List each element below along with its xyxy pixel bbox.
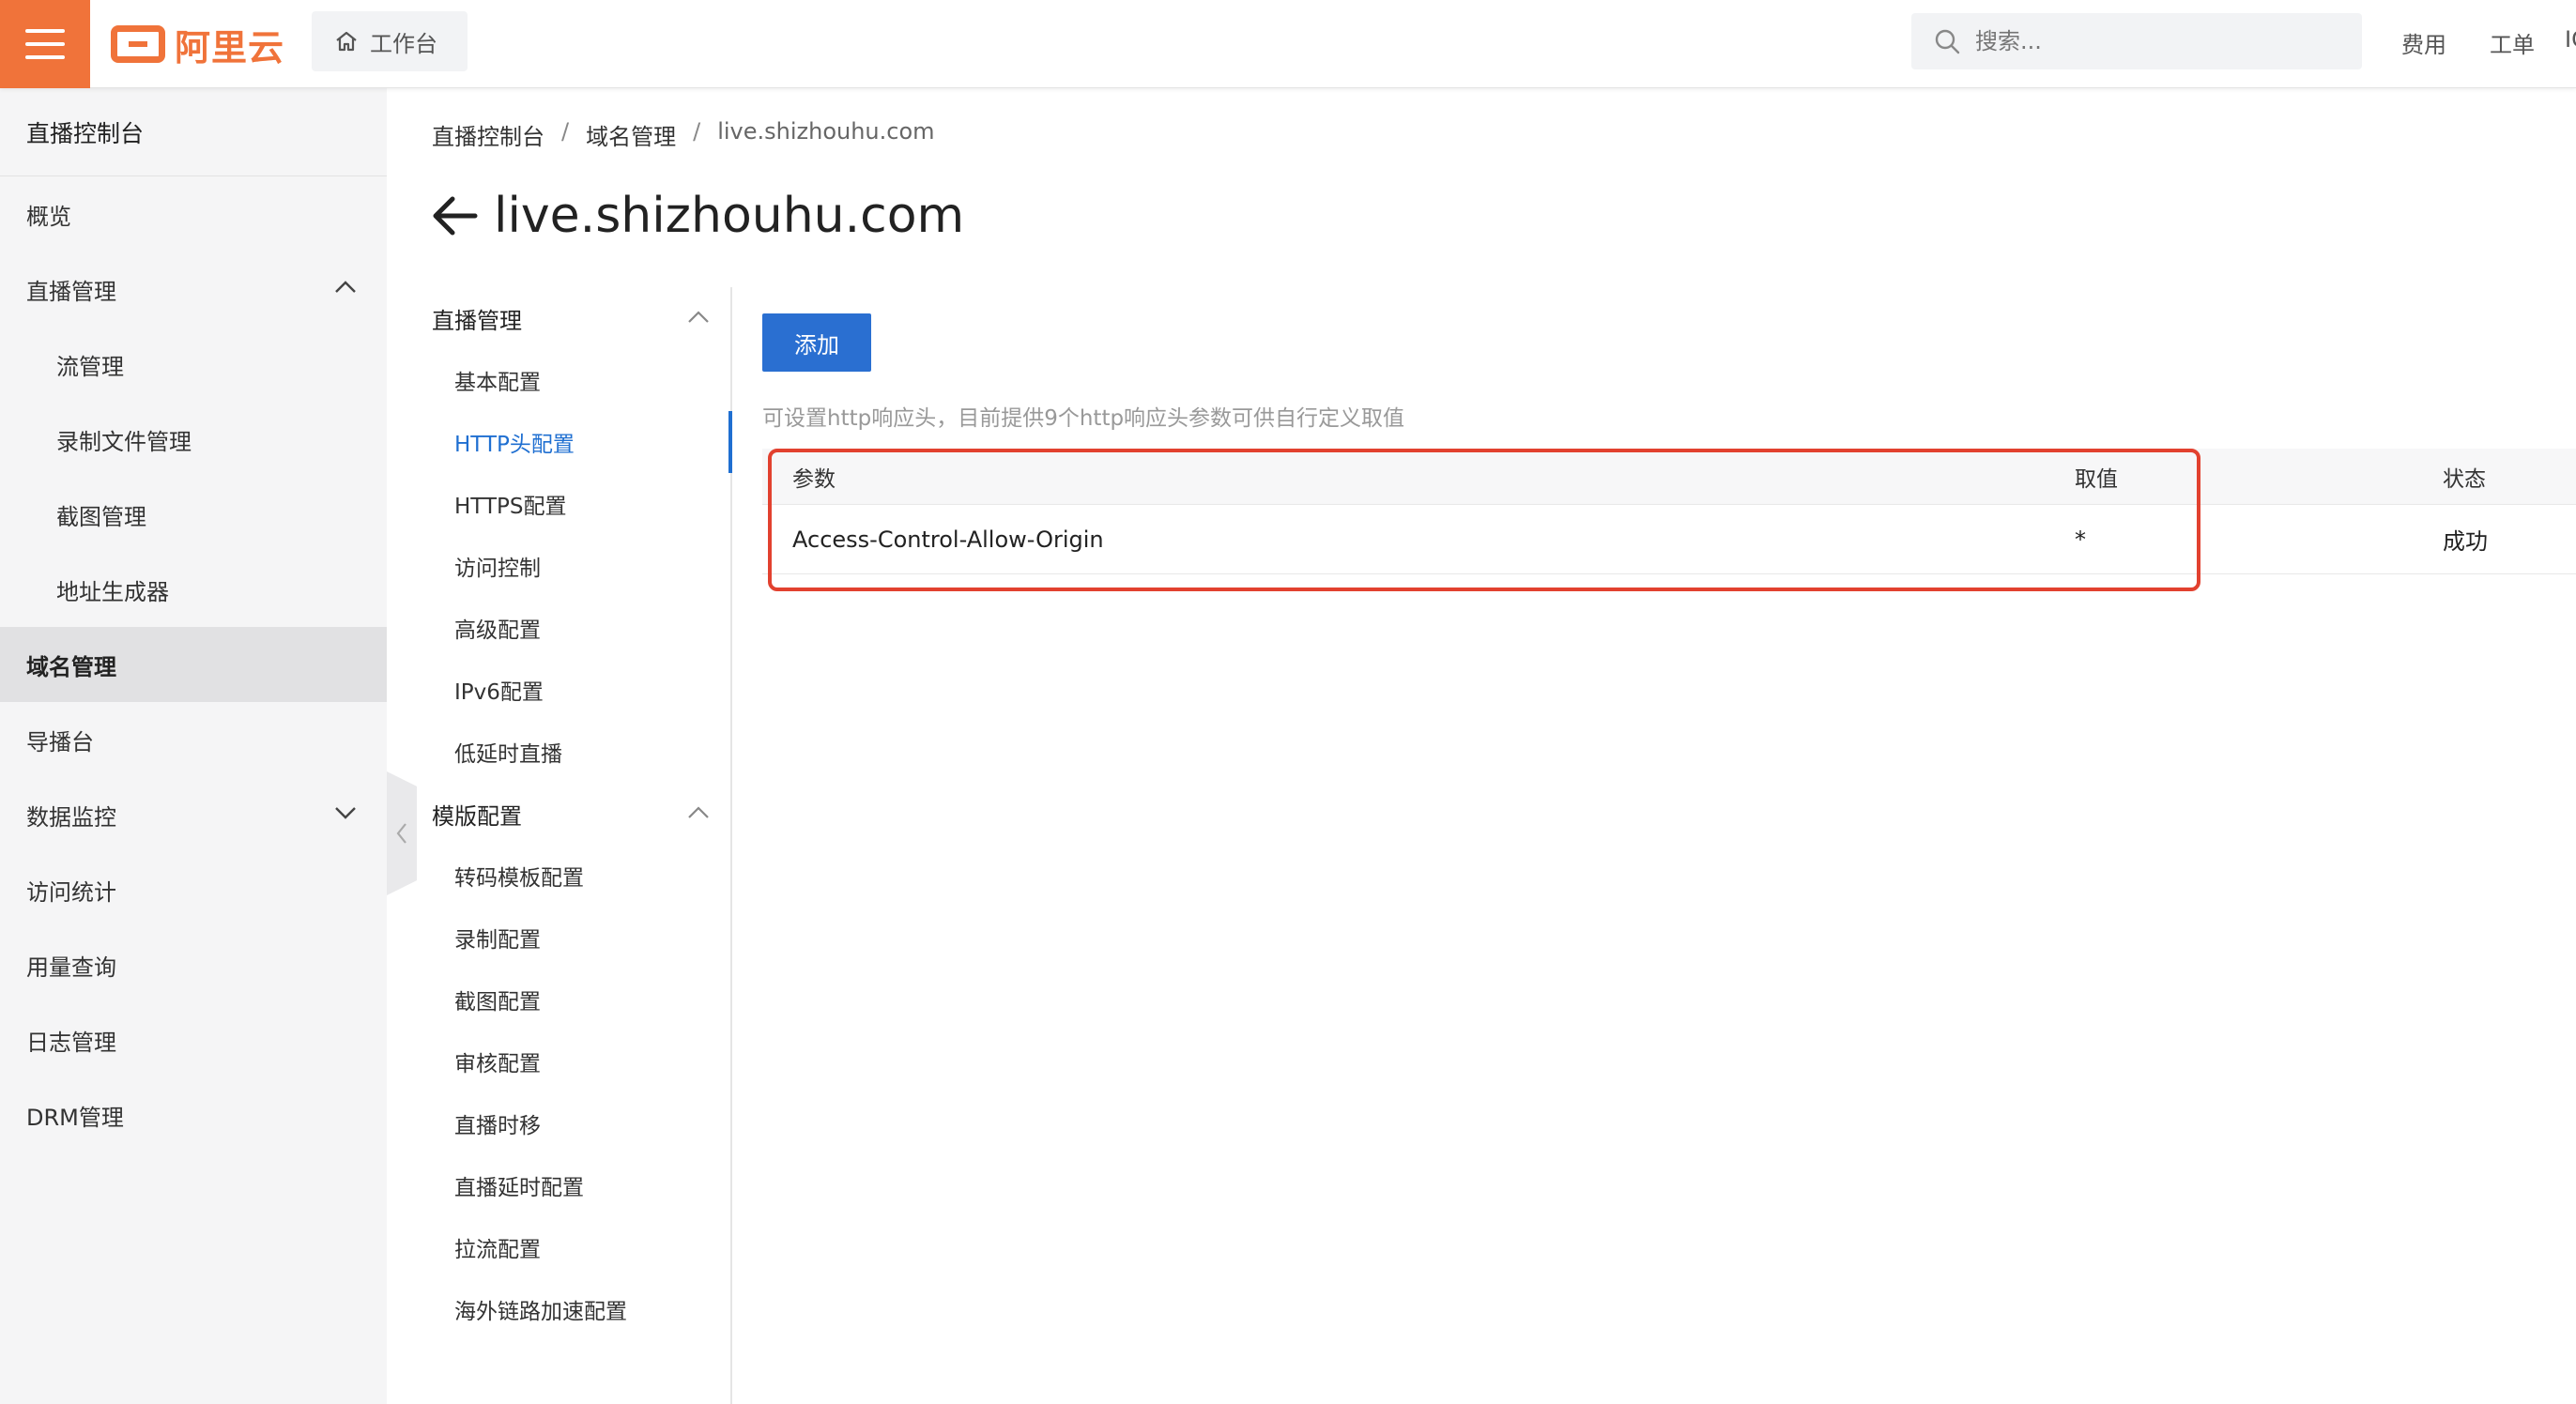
sidebar-item-data-monitoring[interactable]: 数据监控 (0, 777, 387, 852)
subnav-item-transcode-template[interactable]: 转码模板配置 (413, 845, 730, 907)
top-link-cost[interactable]: 费用 (2401, 26, 2446, 59)
sidebar-item-usage-query[interactable]: 用量查询 (0, 927, 387, 1002)
breadcrumb-separator: / (693, 118, 701, 145)
sidebar-item-director-console[interactable]: 导播台 (0, 702, 387, 777)
page-title: live.shizhouhu.com (494, 188, 965, 244)
sidebar-item-recording-files[interactable]: 录制文件管理 (0, 402, 387, 477)
chevron-down-icon (335, 807, 356, 819)
subnav-group-template-config[interactable]: 模版配置 (413, 783, 730, 845)
domain-config-nav: 直播管理 基本配置 HTTP头配置 HTTPS配置 访问控制 高级配置 IPv6… (413, 287, 732, 1404)
breadcrumb-separator: / (561, 118, 570, 145)
subnav-group-live-management[interactable]: 直播管理 (413, 287, 730, 349)
cell-param: Access-Control-Allow-Origin (792, 526, 1104, 553)
add-button[interactable]: 添加 (762, 313, 871, 372)
subnav-group-label: 直播管理 (432, 307, 522, 334)
sidebar-item-label: 用量查询 (26, 954, 116, 981)
subnav-item-basic-config[interactable]: 基本配置 (413, 349, 730, 411)
menu-icon-line (25, 42, 65, 46)
workbench-label: 工作台 (370, 30, 437, 57)
top-bar: 阿里云 工作台 费用 工单 IC (0, 0, 2576, 88)
search-icon (1935, 29, 1960, 54)
subnav-item-time-shift[interactable]: 直播时移 (413, 1092, 730, 1154)
chevron-left-icon (396, 823, 406, 844)
cell-status: 成功 (2443, 528, 2488, 555)
sidebar-item-overview[interactable]: 概览 (0, 176, 387, 252)
sidebar-item-label: 地址生成器 (56, 578, 169, 605)
subnav-item-pull-stream-config[interactable]: 拉流配置 (413, 1216, 730, 1278)
subnav-item-screenshot-config[interactable]: 截图配置 (413, 969, 730, 1030)
sidebar-item-label: 导播台 (26, 728, 94, 755)
left-sidebar: 直播控制台 概览 直播管理 流管理 录制文件管理 截图管理 地址生成器 域名管理… (0, 88, 387, 1404)
sidebar-item-label: 概览 (26, 203, 71, 230)
chevron-up-icon (688, 311, 709, 323)
sidebar-item-screenshot-management[interactable]: 截图管理 (0, 477, 387, 552)
sidebar-title[interactable]: 直播控制台 (0, 88, 387, 176)
breadcrumb-item-console[interactable]: 直播控制台 (432, 118, 544, 151)
aliyun-logo-icon (111, 25, 165, 63)
hamburger-menu-button[interactable] (0, 0, 90, 88)
workbench-button[interactable]: 工作台 (312, 11, 468, 71)
sidebar-item-access-statistics[interactable]: 访问统计 (0, 852, 387, 927)
home-icon (336, 31, 357, 52)
subnav-item-https-config[interactable]: HTTPS配置 (413, 473, 730, 535)
subnav-group-label: 模版配置 (432, 802, 522, 830)
cell-value: * (2075, 526, 2086, 553)
column-header-param: 参数 (792, 466, 836, 492)
sidebar-item-label: DRM管理 (26, 1104, 124, 1131)
sidebar-item-log-management[interactable]: 日志管理 (0, 1002, 387, 1077)
table-header: 参数 取值 状态 (762, 449, 2576, 505)
subnav-item-recording-config[interactable]: 录制配置 (413, 907, 730, 969)
sidebar-item-stream-management[interactable]: 流管理 (0, 327, 387, 402)
top-link-ticket[interactable]: 工单 (2490, 26, 2535, 59)
sidebar-item-label: 直播管理 (26, 278, 116, 305)
menu-icon-line (25, 55, 65, 59)
subnav-item-access-control[interactable]: 访问控制 (413, 535, 730, 597)
sidebar-item-label: 访问统计 (26, 878, 116, 906)
sidebar-item-drm-management[interactable]: DRM管理 (0, 1077, 387, 1152)
sidebar-item-label: 数据监控 (26, 803, 116, 831)
sidebar-item-label: 域名管理 (26, 653, 116, 680)
sidebar-item-label: 截图管理 (56, 503, 146, 530)
column-header-value: 取值 (2075, 466, 2118, 492)
http-header-table: 参数 取值 状态 Access-Control-Allow-Origin * 成… (762, 449, 2576, 574)
sidebar-item-domain-management[interactable]: 域名管理 (0, 627, 387, 702)
subnav-item-low-latency-live[interactable]: 低延时直播 (413, 721, 730, 783)
sidebar-item-address-generator[interactable]: 地址生成器 (0, 552, 387, 627)
subnav-item-overseas-acceleration[interactable]: 海外链路加速配置 (413, 1278, 730, 1340)
subnav-item-delay-config[interactable]: 直播延时配置 (413, 1154, 730, 1216)
back-arrow-icon[interactable] (430, 195, 479, 237)
column-header-status: 状态 (2443, 466, 2486, 492)
breadcrumb-item-domain-management[interactable]: 域名管理 (586, 118, 676, 151)
subnav-item-review-config[interactable]: 审核配置 (413, 1030, 730, 1092)
subnav-item-advanced-config[interactable]: 高级配置 (413, 597, 730, 659)
menu-icon-line (25, 29, 65, 33)
aliyun-logo[interactable]: 阿里云 (111, 21, 285, 69)
subnav-item-http-header-config[interactable]: HTTP头配置 (413, 411, 732, 473)
subnav-item-ipv6-config[interactable]: IPv6配置 (413, 659, 730, 721)
breadcrumb-item-current: live.shizhouhu.com (717, 118, 935, 145)
search-box[interactable] (1911, 13, 2362, 69)
chevron-up-icon (688, 806, 709, 818)
sidebar-item-live-management[interactable]: 直播管理 (0, 252, 387, 327)
sidebar-item-label: 录制文件管理 (56, 428, 192, 455)
http-header-hint: 可设置http响应头，目前提供9个http响应头参数可供自行定义取值 (762, 406, 1405, 431)
breadcrumb: 直播控制台 / 域名管理 / live.shizhouhu.com (432, 118, 935, 151)
top-link-icp[interactable]: IC (2565, 26, 2576, 53)
chevron-up-icon (335, 281, 356, 293)
search-input[interactable] (1975, 28, 2313, 54)
logo-text: 阿里云 (175, 26, 285, 69)
sidebar-item-label: 流管理 (56, 353, 124, 380)
sidebar-item-label: 日志管理 (26, 1029, 116, 1056)
page-title-row: live.shizhouhu.com (430, 188, 964, 244)
table-row: Access-Control-Allow-Origin * 成功 (762, 505, 2576, 574)
